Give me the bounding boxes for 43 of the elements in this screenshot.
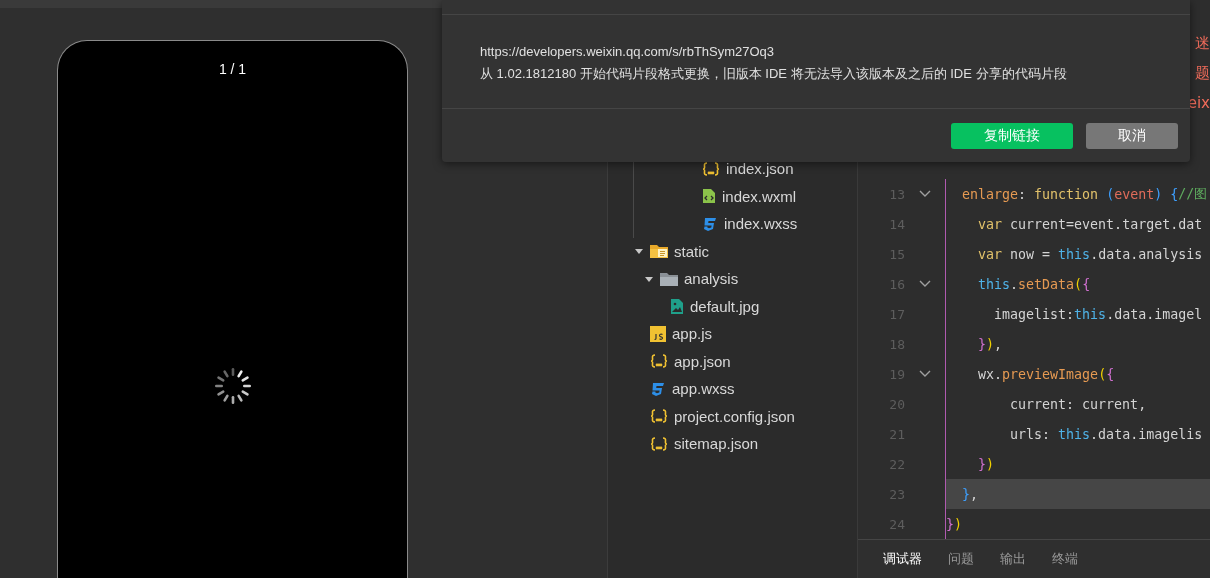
panel-tab[interactable]: 问题 [945,550,987,568]
code-line: imagelist:this.data.imagel [945,299,1210,329]
tree-item[interactable]: sitemap.json [608,430,857,458]
code-line: enlarge: function (event) {//图 [945,179,1210,209]
tree-item[interactable]: index.wxml [634,182,857,210]
code-line: this.setData({ [945,269,1210,299]
braces-icon [650,435,668,452]
notice-text: 题 [1195,63,1210,84]
tree-item[interactable]: analysis [608,265,857,293]
dialog-message: 从 1.02.1812180 开始代码片段格式更换，旧版本 IDE 将无法导入该版本及之后的 IDE 分享的代码片段 [480,65,1068,83]
panel-tab[interactable]: 调试器 [880,550,935,568]
tree-item[interactable]: static [608,237,857,265]
code-line: var now = this.data.analysis [945,239,1210,269]
chevron-down-icon[interactable] [919,190,931,198]
tree-item[interactable]: project.config.json [608,402,857,430]
code-line: urls: this.data.imagelis [945,419,1210,449]
code-line: current: current, [945,389,1210,419]
tree-item[interactable]: app.wxss [608,375,857,403]
cancel-button[interactable]: 取消 [1086,122,1178,149]
css-icon [650,380,666,397]
image-file-icon [670,297,684,315]
folder-icon [660,271,678,286]
panel-tab[interactable]: 终端 [1049,550,1091,568]
notice-text: 迷 [1195,33,1210,54]
chevron-down-icon[interactable] [919,370,931,378]
code-line: wx.previewImage({ [945,359,1210,389]
spinner-icon [213,367,252,405]
braces-icon [650,408,668,425]
braces-icon [650,353,668,370]
folder-icon [650,244,668,259]
tree-item[interactable]: default.jpg [608,292,857,320]
file-code-icon [702,188,716,205]
tree-item[interactable]: app.json [608,347,857,375]
page-counter: 1 / 1 [218,61,247,77]
js-file-icon [650,325,666,342]
tree-item[interactable]: index.wxss [634,210,857,238]
css-icon [702,215,718,232]
code-line: var current=event.target.dat [945,209,1210,239]
code-line: }), [945,329,1210,359]
panel-tab[interactable]: 输出 [997,550,1039,568]
link-text: https://developers.weixin.qq.com/s/rbThSym27Oq3 [480,43,776,61]
tree-item[interactable]: app.js [608,320,857,348]
chevron-down-icon[interactable] [919,280,931,288]
